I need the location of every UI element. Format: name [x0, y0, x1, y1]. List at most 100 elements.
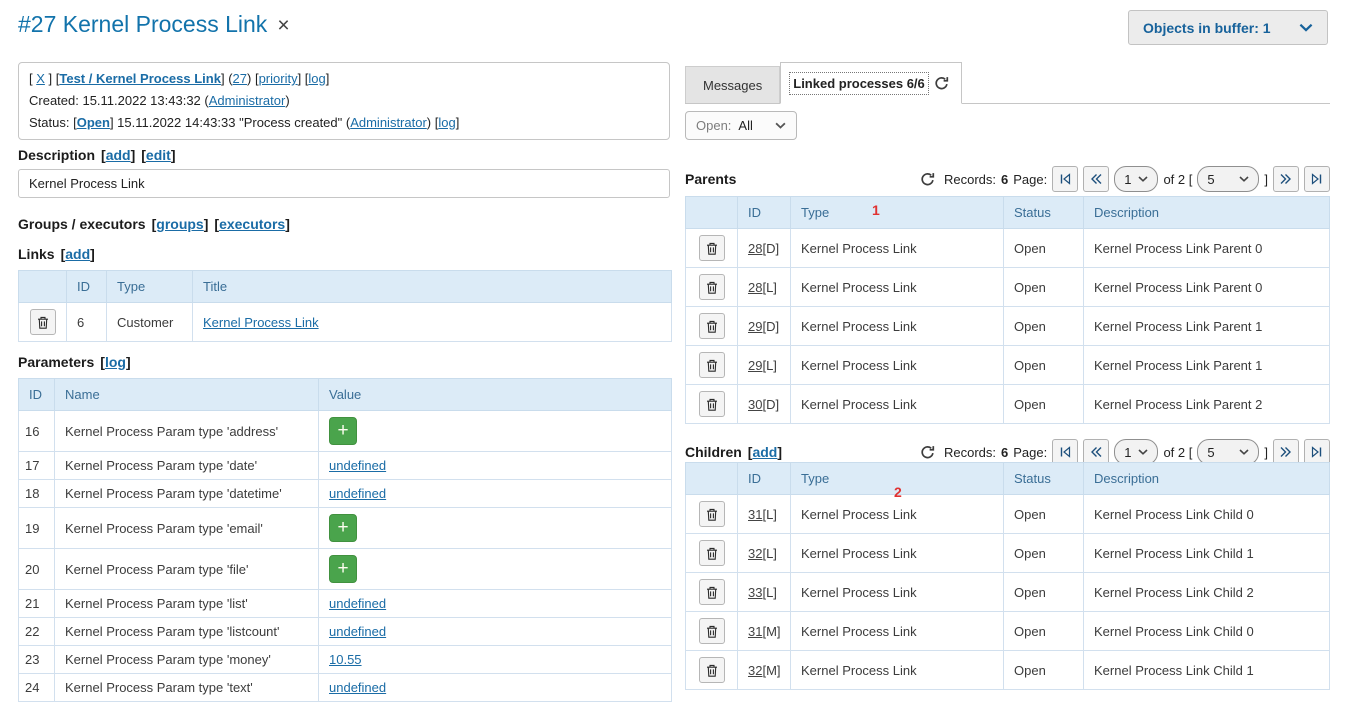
- child-type-cell: Kernel Process Link: [791, 573, 1004, 612]
- links-add-link[interactable]: add: [65, 246, 90, 262]
- child-id-link[interactable]: 32: [748, 663, 762, 678]
- parameter-value-link[interactable]: undefined: [329, 486, 386, 501]
- parameter-value-link[interactable]: 10.55: [329, 652, 362, 667]
- table-header-row: ID Type Status Description: [686, 463, 1330, 495]
- page-number-select[interactable]: 1: [1114, 166, 1158, 192]
- parent-id-link[interactable]: 28: [748, 241, 762, 256]
- parent-type-cell: Kernel Process Link: [791, 229, 1004, 268]
- remove-link[interactable]: X: [36, 71, 45, 86]
- trash-icon: [706, 508, 718, 521]
- created-by-link[interactable]: Administrator: [209, 93, 286, 108]
- status-log-link[interactable]: log: [438, 115, 455, 130]
- log-link[interactable]: log: [308, 71, 325, 86]
- parent-id-link[interactable]: 29: [748, 358, 762, 373]
- first-page-button[interactable]: [1052, 166, 1078, 192]
- delete-child-button[interactable]: [699, 540, 725, 566]
- parameter-name-cell: Kernel Process Param type 'datetime': [55, 480, 319, 508]
- status-open-link[interactable]: Open: [77, 115, 110, 130]
- link-type-cell: Customer: [107, 303, 193, 342]
- parameter-value-link[interactable]: undefined: [329, 680, 386, 695]
- delete-parent-button[interactable]: [699, 352, 725, 378]
- refresh-icon[interactable]: [920, 172, 935, 187]
- description-add-link[interactable]: add: [106, 147, 131, 163]
- link-kind-suffix: [D]: [762, 397, 779, 412]
- last-page-button[interactable]: [1304, 166, 1330, 192]
- refresh-icon[interactable]: [934, 76, 949, 91]
- process-panel: [ X ] [Test / Kernel Process Link] (27) …: [18, 0, 672, 712]
- parent-id-link[interactable]: 29: [748, 319, 762, 334]
- priority-link[interactable]: priority: [259, 71, 298, 86]
- description-edit-link[interactable]: edit: [146, 147, 171, 163]
- groups-link[interactable]: groups: [156, 216, 203, 232]
- parameter-name-cell: Kernel Process Param type 'listcount': [55, 618, 319, 646]
- table-header-row: ID Type Title: [19, 271, 672, 303]
- parent-status-cell: Open: [1004, 268, 1084, 307]
- id-column-header: ID: [19, 379, 55, 411]
- status-column-header: Status: [1004, 197, 1084, 229]
- parameter-value-link[interactable]: undefined: [329, 596, 386, 611]
- status-by-link[interactable]: Administrator: [350, 115, 427, 130]
- plus-icon: +: [337, 517, 348, 539]
- trash-icon: [706, 398, 718, 411]
- child-status-cell: Open: [1004, 573, 1084, 612]
- tab-linked-processes[interactable]: Linked processes 6/6: [780, 62, 962, 104]
- parameter-row: 24 Kernel Process Param type 'text' unde…: [19, 674, 672, 702]
- first-page-icon: [1059, 173, 1071, 185]
- trash-icon: [37, 316, 49, 329]
- delete-parent-button[interactable]: [699, 391, 725, 417]
- link-kind-suffix: [L]: [762, 585, 776, 600]
- delete-child-button[interactable]: [699, 501, 725, 527]
- process-path-link[interactable]: Test / Kernel Process Link: [59, 71, 221, 86]
- link-title-link[interactable]: Kernel Process Link: [203, 315, 319, 330]
- delete-parent-button[interactable]: [699, 274, 725, 300]
- description-input[interactable]: [18, 169, 670, 198]
- parameter-id-cell: 22: [19, 618, 55, 646]
- title-column-header: Title: [193, 271, 672, 303]
- child-id-link[interactable]: 32: [748, 546, 762, 561]
- parameters-log-link[interactable]: log: [105, 354, 126, 370]
- add-param-value-button[interactable]: +: [329, 417, 357, 445]
- add-param-value-button[interactable]: +: [329, 555, 357, 583]
- process-id-link[interactable]: 27: [233, 71, 247, 86]
- children-heading: Children[add]: [685, 444, 782, 460]
- parameter-name-cell: Kernel Process Param type 'email': [55, 508, 319, 549]
- delete-parent-button[interactable]: [699, 235, 725, 261]
- open-filter-select[interactable]: Open: All: [685, 111, 797, 140]
- refresh-icon[interactable]: [920, 445, 935, 460]
- prev-page-button[interactable]: [1083, 166, 1109, 192]
- delete-child-button[interactable]: [699, 657, 725, 683]
- next-page-button[interactable]: [1273, 166, 1299, 192]
- add-param-value-button[interactable]: +: [329, 514, 357, 542]
- child-id-link[interactable]: 31: [748, 624, 762, 639]
- delete-link-button[interactable]: [30, 309, 56, 335]
- parent-process-row: 28[L] Kernel Process Link Open Kernel Pr…: [686, 268, 1330, 307]
- executors-link[interactable]: executors: [219, 216, 285, 232]
- link-table-row: 6 Customer Kernel Process Link: [19, 303, 672, 342]
- tab-messages[interactable]: Messages: [685, 66, 780, 103]
- child-id-link[interactable]: 33: [748, 585, 762, 600]
- chevron-down-icon: [775, 122, 786, 129]
- parameter-value-link[interactable]: undefined: [329, 458, 386, 473]
- page-size-select[interactable]: 5: [1197, 166, 1259, 192]
- parameter-value-link[interactable]: undefined: [329, 624, 386, 639]
- child-type-cell: Kernel Process Link: [791, 651, 1004, 690]
- parameter-value-cell: undefined: [319, 618, 672, 646]
- links-heading: Links[add]: [18, 246, 95, 262]
- delete-child-button[interactable]: [699, 579, 725, 605]
- parent-description-cell: Kernel Process Link Parent 1: [1084, 346, 1330, 385]
- child-id-link[interactable]: 31: [748, 507, 762, 522]
- parameter-value-cell: undefined: [319, 674, 672, 702]
- delete-parent-button[interactable]: [699, 313, 725, 339]
- child-process-row: 31[M] Kernel Process Link Open Kernel Pr…: [686, 612, 1330, 651]
- parameter-value-cell: +: [319, 549, 672, 590]
- link-kind-suffix: [M]: [762, 624, 780, 639]
- parent-id-link[interactable]: 30: [748, 397, 762, 412]
- children-add-link[interactable]: add: [752, 444, 777, 460]
- records-count: 6: [1001, 445, 1008, 460]
- parameter-row: 16 Kernel Process Param type 'address' +: [19, 411, 672, 452]
- description-column-header: Description: [1084, 197, 1330, 229]
- child-status-cell: Open: [1004, 612, 1084, 651]
- parent-id-link[interactable]: 28: [748, 280, 762, 295]
- first-page-icon: [1059, 446, 1071, 458]
- delete-child-button[interactable]: [699, 618, 725, 644]
